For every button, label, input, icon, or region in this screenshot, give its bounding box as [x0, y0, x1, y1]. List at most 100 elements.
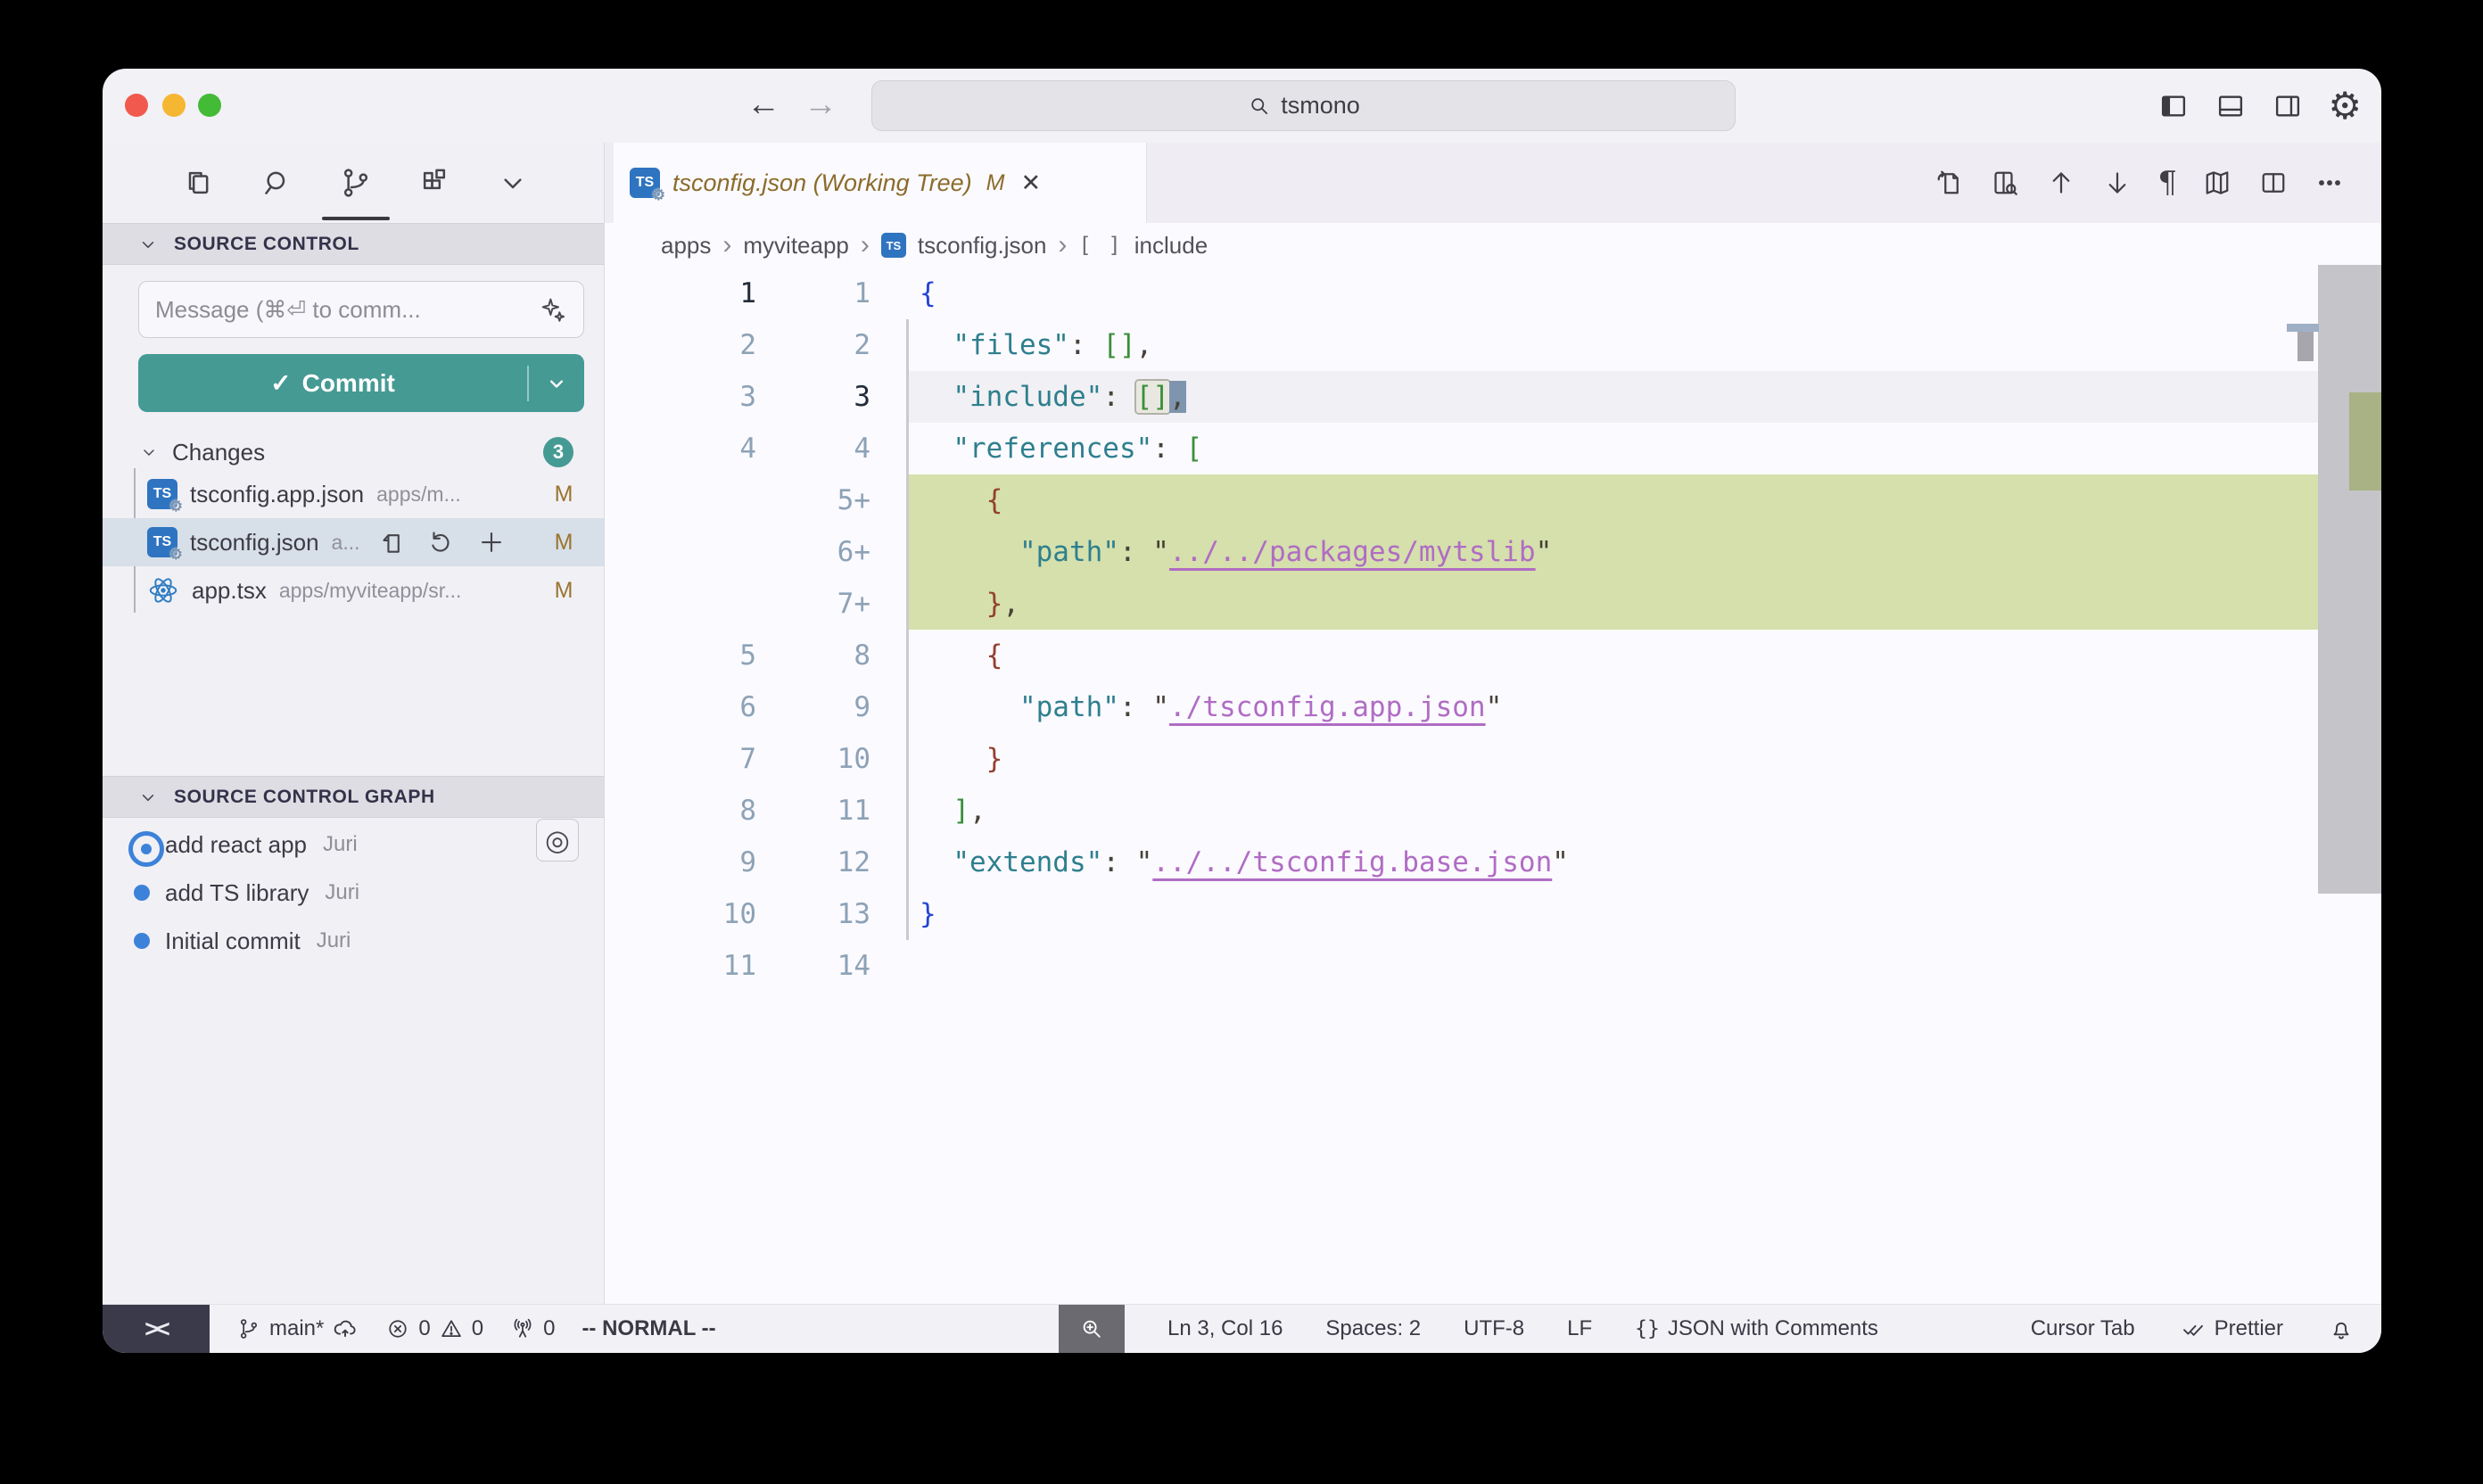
whitespace-pilcrow-icon[interactable]: ¶: [2157, 165, 2177, 201]
commit-row[interactable]: add react app Juri ◎: [103, 820, 604, 869]
code-line[interactable]: 69 "path": "./tsconfig.app.json": [605, 681, 2381, 733]
previous-change-arrow-icon[interactable]: [2045, 167, 2077, 199]
toggle-secondary-sidebar-icon[interactable]: [2271, 89, 2305, 123]
changes-section-header[interactable]: Changes 3: [103, 434, 604, 470]
code-text: "path": "../../packages/mytslib": [920, 536, 1552, 568]
source-control-graph-header[interactable]: SOURCE CONTROL GRAPH: [103, 776, 604, 818]
modified-line-number: 4: [756, 433, 870, 465]
modified-line-number: 12: [756, 846, 870, 878]
screen: { "titlebar": { "search": "tsmono", "bac…: [0, 0, 2483, 1484]
breadcrumb-myviteapp[interactable]: myviteapp: [743, 232, 849, 260]
navigate-back-button[interactable]: ←: [747, 85, 780, 124]
more-views-chevron-icon[interactable]: [495, 143, 531, 223]
react-file-icon: [147, 574, 179, 606]
code-line[interactable]: 5+ {: [605, 474, 2381, 526]
diff-review-icon[interactable]: [1989, 167, 2021, 199]
discard-changes-icon[interactable]: [426, 527, 457, 557]
breadcrumb-apps[interactable]: apps: [661, 232, 711, 260]
modified-line-number: 13: [756, 898, 870, 930]
zoom-window-button[interactable]: [198, 94, 221, 117]
close-window-button[interactable]: [125, 94, 148, 117]
open-changes-icon[interactable]: [1933, 167, 1965, 199]
code-line[interactable]: 58 {: [605, 630, 2381, 681]
toggle-primary-sidebar-icon[interactable]: [2157, 89, 2190, 123]
search-view-icon[interactable]: [260, 143, 295, 223]
breadcrumb: apps › myviteapp › TS tsconfig.json › [ …: [605, 223, 2381, 268]
source-control-header[interactable]: SOURCE CONTROL: [103, 223, 604, 265]
cursor-position-indicator[interactable]: Ln 3, Col 16: [1167, 1316, 1283, 1341]
code-line[interactable]: 710 }: [605, 733, 2381, 785]
notifications-bell-icon[interactable]: [2328, 1315, 2355, 1342]
zoom-indicator-badge[interactable]: [1059, 1305, 1125, 1353]
breadcrumb-include[interactable]: include: [1134, 232, 1208, 260]
code-line[interactable]: 912 "extends": "../../tsconfig.base.json…: [605, 837, 2381, 888]
code-text: }: [920, 898, 936, 930]
commit-button[interactable]: ✓ Commit: [138, 354, 584, 412]
extensions-icon[interactable]: [417, 143, 452, 223]
indentation-indicator[interactable]: Spaces: 2: [1325, 1316, 1421, 1341]
code-line[interactable]: 33 "include": [],: [605, 371, 2381, 423]
command-center-search[interactable]: tsmono: [871, 80, 1736, 131]
radio-tower-icon: [510, 1316, 535, 1341]
tab-tsconfig-working-tree[interactable]: TS⚙ tsconfig.json (Working Tree) M ✕: [614, 143, 1147, 223]
stage-changes-plus-icon[interactable]: [476, 527, 507, 557]
language-mode-indicator[interactable]: {} JSON with Comments: [1635, 1316, 1878, 1341]
original-line-number: 7: [605, 743, 756, 775]
sync-cloud-icon[interactable]: [332, 1315, 359, 1342]
ports-indicator[interactable]: 0: [510, 1316, 555, 1341]
commit-dropdown-chevron-icon[interactable]: [529, 371, 584, 396]
code-line[interactable]: 11{: [605, 268, 2381, 319]
settings-gear-icon[interactable]: ⚙: [2328, 84, 2362, 128]
magnifier-plus-icon: [1078, 1315, 1105, 1342]
next-change-arrow-icon[interactable]: [2101, 167, 2133, 199]
changed-file-row-selected[interactable]: TS⚙ tsconfig.json a... M: [103, 518, 604, 566]
code-editor[interactable]: 11{22 "files": [],33 "include": [],44 "r…: [605, 268, 2381, 1304]
editor-toolbar: ¶: [1933, 143, 2346, 223]
code-line[interactable]: 1013}: [605, 888, 2381, 940]
navigate-forward-button[interactable]: →: [804, 85, 837, 124]
code-line[interactable]: 22 "files": [],: [605, 319, 2381, 371]
source-control-view-icon[interactable]: [338, 143, 374, 223]
formatter-indicator[interactable]: Prettier: [2180, 1315, 2283, 1342]
commit-dot-icon: [134, 933, 150, 949]
commit-message: Initial commit: [165, 928, 301, 955]
original-line-number: 8: [605, 795, 756, 827]
more-actions-ellipsis-icon[interactable]: [2314, 167, 2346, 199]
encoding-indicator[interactable]: UTF-8: [1464, 1316, 1524, 1341]
commit-row[interactable]: add TS library Juri: [103, 869, 604, 917]
minimize-window-button[interactable]: [162, 94, 186, 117]
cursor-tab-indicator[interactable]: Cursor Tab: [2031, 1316, 2135, 1341]
title-bar: ← → tsmono ⚙: [103, 69, 2381, 143]
code-line[interactable]: 44 "references": [: [605, 423, 2381, 474]
changed-file-row[interactable]: TS⚙ tsconfig.app.json apps/m... M: [103, 470, 604, 518]
code-line[interactable]: 7+ },: [605, 578, 2381, 630]
code-line[interactable]: 811 ],: [605, 785, 2381, 837]
code-line[interactable]: 6+ "path": "../../packages/mytslib": [605, 526, 2381, 578]
original-line-number: 1: [605, 277, 756, 309]
tab-close-icon[interactable]: ✕: [1020, 169, 1041, 197]
breadcrumb-tsconfig[interactable]: tsconfig.json: [918, 232, 1047, 260]
map-outline-icon[interactable]: [2201, 167, 2233, 199]
code-line[interactable]: 1114: [605, 940, 2381, 992]
file-name: tsconfig.json: [190, 529, 319, 556]
split-editor-icon[interactable]: [2257, 167, 2289, 199]
sparkle-ai-icon[interactable]: [539, 295, 567, 324]
toggle-panel-icon[interactable]: [2214, 89, 2248, 123]
modified-line-number: 9: [756, 691, 870, 723]
modified-line-number: 1: [756, 277, 870, 309]
problems-indicator[interactable]: 0 0: [385, 1316, 483, 1341]
modified-line-number: 7+: [756, 588, 870, 620]
explorer-icon[interactable]: [181, 143, 217, 223]
vim-mode-indicator[interactable]: -- NORMAL --: [582, 1316, 715, 1341]
file-path: a...: [332, 531, 360, 555]
commit-row[interactable]: Initial commit Juri: [103, 917, 604, 965]
open-file-icon[interactable]: [376, 527, 407, 557]
eol-indicator[interactable]: LF: [1567, 1316, 1592, 1341]
original-line-number: 10: [605, 898, 756, 930]
goto-current-history-item-button[interactable]: ◎: [536, 819, 579, 862]
remote-indicator[interactable]: ><: [103, 1305, 210, 1353]
commit-message-input[interactable]: Message (⌘⏎ to comm...: [138, 281, 584, 338]
changed-file-row[interactable]: app.tsx apps/myviteapp/sr... M: [103, 566, 604, 614]
scrollbar-thumb[interactable]: [2318, 265, 2381, 894]
branch-indicator[interactable]: main*: [236, 1315, 359, 1342]
